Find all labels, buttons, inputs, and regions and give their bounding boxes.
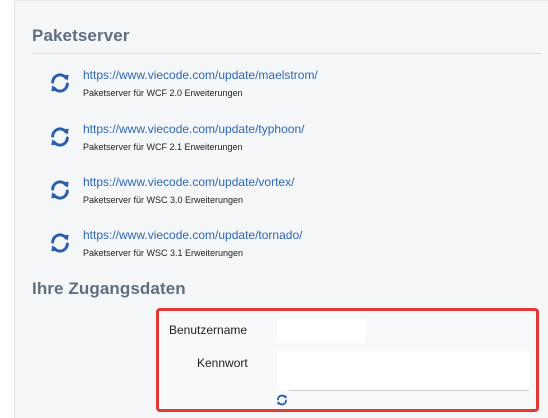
package-server-description: Paketserver für WCF 2.0 Erweiterungen xyxy=(83,88,243,98)
refresh-icon[interactable] xyxy=(49,126,71,148)
package-server-description: Paketserver für WCF 2.1 Erweiterungen xyxy=(83,142,243,152)
credentials-form: Benutzername Kennwort xyxy=(156,308,539,412)
package-server-url[interactable]: https://www.viecode.com/update/maelstrom… xyxy=(83,68,318,82)
refresh-icon[interactable] xyxy=(49,232,71,254)
package-server-item: https://www.viecode.com/update/tornado/ … xyxy=(49,228,529,268)
password-input[interactable] xyxy=(277,351,529,389)
username-label: Benutzername xyxy=(169,323,248,337)
credentials-title: Ihre Zugangsdaten xyxy=(32,279,186,298)
package-servers-title: Paketserver xyxy=(32,26,130,45)
package-server-url[interactable]: https://www.viecode.com/update/vortex/ xyxy=(83,175,294,189)
package-server-url[interactable]: https://www.viecode.com/update/typhoon/ xyxy=(83,122,304,136)
refresh-icon[interactable] xyxy=(49,179,71,201)
input-underline xyxy=(289,390,529,391)
section-divider xyxy=(32,53,542,54)
package-server-item: https://www.viecode.com/update/maelstrom… xyxy=(49,68,529,108)
refresh-icon[interactable] xyxy=(49,72,71,94)
package-server-description: Paketserver für WSC 3.0 Erweiterungen xyxy=(83,195,244,205)
package-server-item: https://www.viecode.com/update/vortex/ P… xyxy=(49,175,529,215)
package-server-description: Paketserver für WSC 3.1 Erweiterungen xyxy=(83,248,244,258)
username-input[interactable] xyxy=(277,319,365,343)
package-server-url[interactable]: https://www.viecode.com/update/tornado/ xyxy=(83,228,302,242)
password-label: Kennwort xyxy=(197,356,248,370)
package-server-item: https://www.viecode.com/update/typhoon/ … xyxy=(49,122,529,162)
refresh-icon[interactable] xyxy=(275,393,289,407)
